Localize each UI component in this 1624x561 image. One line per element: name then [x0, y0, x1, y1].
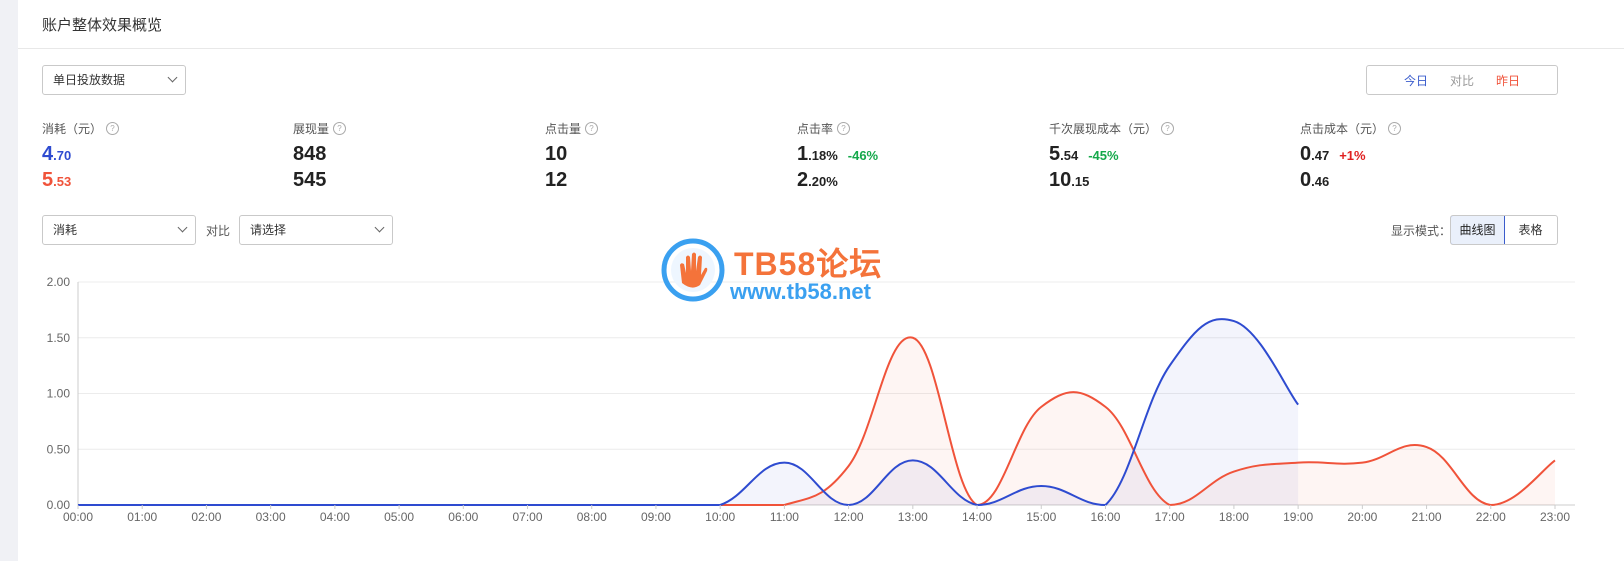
x-tick-label: 10:00: [705, 510, 735, 524]
y-tick-label: 1.50: [47, 331, 71, 345]
metric-yest-dec: .46: [1311, 174, 1330, 189]
x-tick-label: 21:00: [1412, 510, 1442, 524]
chevron-down-icon: [167, 72, 178, 83]
chevron-down-icon: [374, 222, 385, 233]
x-tick-label: 14:00: [962, 510, 992, 524]
x-tick-label: 16:00: [1090, 510, 1120, 524]
cost-line-chart: 0.000.501.001.502.00 00:00 01:00 02:00 03:0…: [47, 275, 1575, 524]
metric-label: 点击率: [797, 122, 834, 136]
metric-yest-dec: .15: [1071, 174, 1090, 189]
display-mode-toggle: 曲线图 表格: [1450, 215, 1558, 245]
x-tick-label: 13:00: [898, 510, 928, 524]
x-tick-label: 01:00: [127, 510, 157, 524]
metric-cpc: 点击成本（元）? 0.47 +1% 0.46: [1300, 120, 1402, 193]
x-tick-label: 17:00: [1155, 510, 1185, 524]
x-tick-label: 09:00: [641, 510, 671, 524]
x-tick-label: 23:00: [1540, 510, 1570, 524]
metric-yest-int: 545: [293, 169, 327, 191]
hand-logo-icon: [661, 238, 725, 302]
metric-label: 点击成本（元）: [1300, 122, 1385, 136]
compare-select-value: 请选择: [250, 223, 287, 237]
metric-cost: 消耗（元）? 4.70 5.53: [42, 120, 120, 193]
metric-select[interactable]: 消耗: [42, 215, 196, 245]
metric-yest-dec: .20%: [808, 174, 838, 189]
compare-select[interactable]: 请选择: [239, 215, 393, 245]
metric-today-int: 848: [293, 143, 327, 165]
watermark-url: www.tb58.net: [730, 279, 871, 304]
x-tick-label: 08:00: [577, 510, 607, 524]
metric-yest-int: 0: [1300, 169, 1312, 191]
x-tick-label: 07:00: [513, 510, 543, 524]
metric-label: 展现量: [293, 122, 330, 136]
chart-areas: [78, 319, 1555, 505]
metric-today-int: 5: [1049, 143, 1061, 165]
metric-clicks: 点击量? 10 12: [545, 120, 599, 193]
metric-yest-int: 12: [545, 169, 568, 191]
metric-today-dec: .47: [1311, 148, 1330, 163]
metric-cpm: 千次展现成本（元）? 5.54 -45% 10.15: [1049, 120, 1175, 193]
metric-impressions: 展现量? 848 545: [293, 120, 347, 193]
day-toggle: 今日 对比 昨日: [1366, 65, 1558, 95]
x-tick-label: 00:00: [63, 510, 93, 524]
metric-today-int: 10: [545, 143, 568, 165]
metric-label: 消耗（元）: [42, 122, 103, 136]
metric-ctr: 点击率? 1.18% -46% 2.20%: [797, 120, 878, 193]
x-tick-label: 02:00: [191, 510, 221, 524]
x-tick-label: 06:00: [448, 510, 478, 524]
metric-today-int: 1: [797, 143, 809, 165]
metric-yest-int: 2: [797, 169, 809, 191]
metric-delta: -46%: [847, 148, 879, 163]
metric-today-dec: .70: [53, 148, 72, 163]
compare-label: 对比: [206, 224, 231, 238]
watermark: TB58论坛 www.tb58.net: [660, 237, 920, 307]
x-tick-label: 20:00: [1347, 510, 1377, 524]
today-toggle[interactable]: 今日: [1404, 72, 1428, 89]
yesterday-toggle[interactable]: 昨日: [1496, 72, 1520, 89]
metric-today-int: 4: [42, 143, 54, 165]
display-mode-label: 显示模式：: [1391, 224, 1452, 238]
y-tick-label: 2.00: [47, 275, 71, 289]
x-tick-label: 19:00: [1283, 510, 1313, 524]
help-icon[interactable]: ?: [585, 122, 599, 135]
page-title: 账户整体效果概览: [42, 17, 163, 34]
metric-delta: -45%: [1088, 148, 1119, 163]
y-tick-label: 1.00: [47, 387, 71, 401]
metric-today-int: 0: [1300, 143, 1312, 165]
x-tick-label: 18:00: [1219, 510, 1249, 524]
x-tick-label: 15:00: [1026, 510, 1056, 524]
x-tick-label: 04:00: [320, 510, 350, 524]
metric-today-dec: .18%: [808, 148, 838, 163]
title-divider: [18, 48, 1624, 49]
yesterday-series-area: [78, 337, 1555, 505]
data-range-select[interactable]: 单日投放数据: [42, 65, 186, 95]
data-range-select-value: 单日投放数据: [53, 73, 126, 87]
x-tick-label: 22:00: [1476, 510, 1506, 524]
chart-x-tick-labels: 00:00 01:00 02:00 03:00 04:00 05:00 06:00 07:00…: [63, 505, 1570, 524]
compare-toggle[interactable]: 对比: [1450, 72, 1474, 89]
table-mode-button[interactable]: 表格: [1504, 216, 1557, 244]
help-icon[interactable]: ?: [1388, 122, 1402, 135]
metric-select-value: 消耗: [53, 223, 78, 237]
metric-today-dec: .54: [1060, 148, 1079, 163]
chart-y-tick-labels: 0.000.501.001.502.00: [47, 275, 71, 512]
account-overview-panel: 账户整体效果概览 单日投放数据 今日 对比 昨日 消耗（元）? 4.70 5.5…: [18, 0, 1624, 561]
help-icon[interactable]: ?: [1161, 122, 1175, 135]
curve-mode-button[interactable]: 曲线图: [1451, 216, 1505, 244]
help-icon[interactable]: ?: [837, 122, 851, 135]
metric-label: 点击量: [545, 122, 582, 136]
y-tick-label: 0.50: [47, 442, 71, 456]
metric-delta: +1%: [1339, 148, 1366, 163]
x-tick-label: 11:00: [770, 510, 799, 524]
x-tick-label: 03:00: [256, 510, 286, 524]
metric-yest-dec: .53: [53, 174, 72, 189]
x-tick-label: 05:00: [384, 510, 414, 524]
help-icon[interactable]: ?: [333, 122, 347, 135]
chevron-down-icon: [177, 222, 188, 233]
metric-label: 千次展现成本（元）: [1049, 122, 1158, 136]
metric-yest-int: 10: [1049, 169, 1072, 191]
metric-yest-int: 5: [42, 169, 54, 191]
help-icon[interactable]: ?: [106, 122, 120, 135]
x-tick-label: 12:00: [834, 510, 864, 524]
